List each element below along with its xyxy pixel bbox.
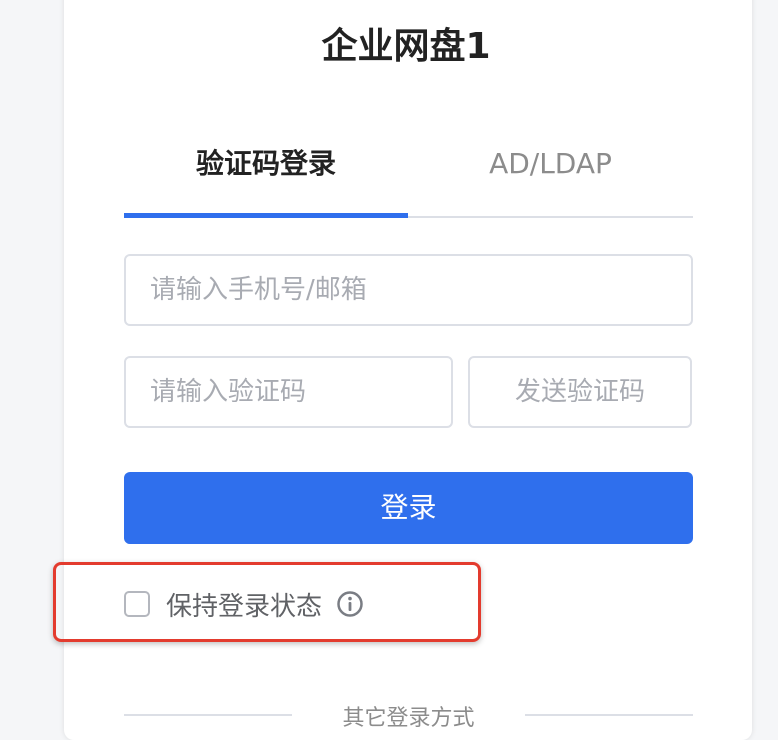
- active-tab-indicator: [124, 213, 408, 218]
- info-icon[interactable]: [336, 590, 364, 618]
- login-tabs: 验证码登录 AD/LDAP: [124, 136, 693, 218]
- other-login-label: 其它登录方式: [342, 706, 475, 731]
- phone-email-field[interactable]: [124, 254, 693, 326]
- remember-login-checkbox[interactable]: [124, 591, 150, 617]
- send-code-button[interactable]: 发送验证码: [468, 356, 692, 428]
- divider-line-right: [525, 714, 693, 716]
- verification-code-input[interactable]: [126, 358, 451, 426]
- tab-ad-ldap[interactable]: AD/LDAP: [408, 136, 693, 216]
- verification-code-field[interactable]: [124, 356, 453, 428]
- page-title: 企业网盘1: [321, 26, 491, 67]
- remember-login-row: 保持登录状态: [124, 586, 364, 622]
- phone-email-input[interactable]: [126, 256, 691, 324]
- other-login-divider: 其它登录方式: [124, 700, 693, 731]
- remember-login-label[interactable]: 保持登录状态: [166, 586, 322, 623]
- login-button[interactable]: 登录: [124, 472, 693, 544]
- tab-sms-login[interactable]: 验证码登录: [124, 136, 408, 216]
